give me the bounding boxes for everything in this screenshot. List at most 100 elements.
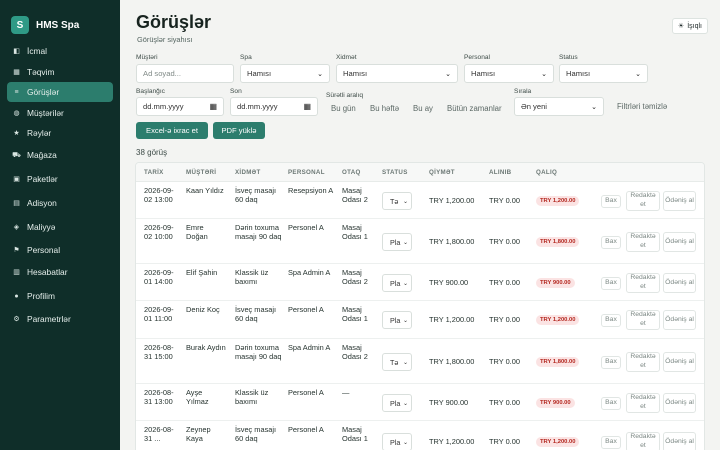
cell-service: Dərin toxuma masajı 90 daq: [235, 343, 282, 362]
sidebar-item-9[interactable]: ◈ Maliyyə: [7, 217, 113, 237]
brand: S HMS Spa: [0, 0, 120, 40]
theme-toggle-label: İşıqlı: [687, 22, 702, 30]
balance-badge: TRY 1,200.00: [536, 196, 580, 206]
edit-button[interactable]: Redaktə et: [626, 352, 660, 372]
flag-icon: ⚑: [13, 247, 20, 254]
balance-badge: TRY 1,200.00: [536, 437, 580, 447]
end-date-input[interactable]: dd.mm.yyyy ▦: [230, 97, 318, 116]
cell-room: Masaj Odası 1: [342, 305, 368, 324]
cell-staff: Spa Admin A: [288, 343, 331, 352]
sidebar-item-label: Görüşlər: [27, 87, 60, 97]
start-date-label: Başlanğıc: [136, 88, 165, 95]
sort-select[interactable]: Ən yeni ⌄: [514, 97, 604, 116]
start-date-input[interactable]: dd.mm.yyyy ▦: [136, 97, 224, 116]
payment-button[interactable]: Ödəniş al: [663, 232, 696, 252]
export-excel-button[interactable]: Excel-ə ixrac et: [136, 122, 208, 139]
delete-button[interactable]: Bax: [601, 277, 621, 290]
calendar-icon: ▦: [303, 102, 311, 111]
sidebar-item-6[interactable]: ⛟ Mağaza: [7, 145, 113, 165]
cell-date: 2026-09-02 13:00: [144, 186, 174, 205]
delete-button[interactable]: Bax: [601, 436, 621, 449]
edit-button[interactable]: Redaktə et: [626, 273, 660, 293]
balance-badge: TRY 900.00: [536, 278, 575, 288]
status-select[interactable]: Pla ⌄: [382, 433, 412, 450]
edit-button[interactable]: Redaktə et: [626, 393, 660, 413]
edit-button[interactable]: Redaktə et: [626, 432, 660, 450]
cell-paid: TRY 0.00: [489, 357, 520, 366]
sidebar-item-10[interactable]: ⚑ Personal: [7, 240, 113, 260]
sidebar-item-1[interactable]: ◧ İcmal: [7, 41, 113, 61]
spa-filter-select[interactable]: Hamısı ⌄: [240, 64, 330, 83]
delete-button[interactable]: Bax: [601, 195, 621, 208]
sidebar-item-5[interactable]: ★ Rəylər: [7, 123, 113, 143]
calendar-icon: ▦: [209, 102, 217, 111]
payment-button[interactable]: Ödəniş al: [663, 273, 696, 293]
status-select[interactable]: Tə ⌄: [382, 353, 412, 371]
status-filter-select[interactable]: Hamısı ⌄: [559, 64, 648, 83]
status-select[interactable]: Pla ⌄: [382, 311, 412, 329]
cell-staff: Personel A: [288, 305, 324, 314]
payment-button[interactable]: Ödəniş al: [663, 310, 696, 330]
status-select[interactable]: Pla ⌄: [382, 274, 412, 292]
payment-button[interactable]: Ödəniş al: [663, 393, 696, 413]
page-title: Görüşlər: [136, 12, 212, 32]
payment-button[interactable]: Ödəniş al: [663, 352, 696, 372]
download-pdf-button[interactable]: PDF yüklə: [213, 122, 265, 139]
customer-filter-label: Müştəri: [136, 54, 158, 61]
staff-filter-label: Personal: [464, 54, 491, 61]
delete-button[interactable]: Bax: [601, 236, 621, 249]
sidebar-item-2[interactable]: ▦ Təqvim: [7, 62, 113, 82]
sidebar-item-8[interactable]: ▤ Adisyon: [7, 193, 113, 213]
cart-icon: ⛟: [12, 151, 21, 159]
staff-filter-select[interactable]: Hamısı ⌄: [464, 64, 554, 83]
sidebar-item-12[interactable]: ● Profilim: [7, 286, 113, 306]
theme-toggle-button[interactable]: ☀ İşıqlı: [671, 18, 708, 34]
quick-range-all[interactable]: Bütün zamanlar: [447, 104, 502, 113]
cell-room: Masaj Odası 2: [342, 268, 368, 287]
sidebar-item-label: Mağaza: [27, 150, 57, 160]
sidebar-item-11[interactable]: ▥ Hesabatlar: [7, 262, 113, 282]
quick-range-week[interactable]: Bu həftə: [370, 104, 399, 113]
column-header: ALINIB: [489, 169, 512, 176]
edit-button[interactable]: Redaktə et: [626, 310, 660, 330]
delete-button[interactable]: Bax: [601, 314, 621, 327]
table-row: 2026-09-01 11:00 Deniz Koç İsveç masajı 60…: [136, 301, 704, 339]
cell-price: TRY 900.00: [429, 278, 469, 287]
dashboard-icon: ◧: [13, 48, 20, 55]
sidebar-item-3[interactable]: ≡ Görüşlər: [7, 82, 113, 102]
payment-button[interactable]: Ödəniş al: [663, 432, 696, 450]
status-filter-label: Status: [559, 54, 578, 61]
column-header: OTAQ: [342, 169, 361, 176]
sidebar-item-4[interactable]: ◍ Müştərilər: [7, 103, 113, 123]
table-row: 2026-09-02 10:00 Emre Doğan Dərin toxuma m…: [136, 219, 704, 264]
edit-button[interactable]: Redaktə et: [626, 191, 660, 211]
edit-button[interactable]: Redaktə et: [626, 232, 660, 252]
clear-filters-button[interactable]: Filtrləri təmizlə: [617, 102, 667, 111]
chevron-down-icon: ⌄: [402, 317, 408, 324]
service-filter-select[interactable]: Hamısı ⌄: [336, 64, 458, 83]
delete-button[interactable]: Bax: [601, 356, 621, 369]
quick-range-month[interactable]: Bu ay: [413, 104, 433, 113]
cell-room: Masaj Odası 1: [342, 425, 368, 444]
quick-range-today[interactable]: Bu gün: [331, 104, 356, 113]
delete-button[interactable]: Bax: [601, 397, 621, 410]
balance-badge: TRY 900.00: [536, 398, 575, 408]
status-select[interactable]: Tə ⌄: [382, 192, 412, 210]
cell-paid: TRY 0.00: [489, 437, 520, 446]
receipt-icon: ▤: [13, 200, 20, 207]
sidebar-item-label: Müştərilər: [27, 108, 64, 118]
table-row: 2026-09-02 13:00 Kaan Yıldız İsveç masajı …: [136, 182, 704, 219]
sidebar-item-7[interactable]: ▣ Paketlər: [7, 169, 113, 189]
result-count: 38 görüş: [136, 148, 168, 157]
cell-customer: Zeynep Kaya: [186, 425, 211, 444]
chevron-down-icon: ⌄: [591, 103, 597, 111]
sidebar-item-label: Təqvim: [27, 67, 55, 77]
sidebar-item-label: Maliyyə: [27, 222, 56, 232]
status-select[interactable]: Pla ⌄: [382, 233, 412, 251]
sidebar-item-label: Profilim: [27, 291, 55, 301]
cell-price: TRY 1,200.00: [429, 196, 475, 205]
customer-filter-input[interactable]: Ad soyad...: [136, 64, 234, 83]
payment-button[interactable]: Ödəniş al: [663, 191, 696, 211]
sidebar-item-13[interactable]: ⚙ Parametrlər: [7, 309, 113, 329]
status-select[interactable]: Pla ⌄: [382, 394, 412, 412]
